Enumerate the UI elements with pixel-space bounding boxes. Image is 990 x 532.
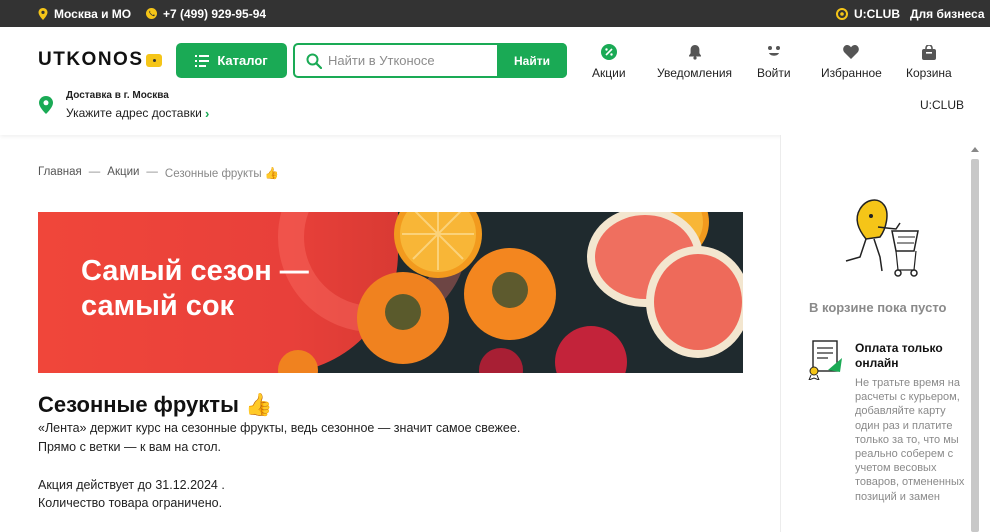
top-bar: Москва и МО +7 (499) 929-95-94 U:CLUB Дл… [0, 0, 990, 27]
logo-badge-icon [145, 53, 162, 67]
nav-notifications[interactable]: Уведомления [657, 44, 732, 80]
breadcrumb-current: Сезонные фрукты 👍 [164, 168, 280, 180]
utkonos-logo[interactable]: UTKONOS [38, 49, 162, 71]
scroll-up-arrow-icon[interactable] [971, 147, 979, 152]
uclub-icon [836, 7, 848, 20]
location-pin-icon [39, 96, 53, 114]
delivery-address: Укажите адрес доставки [66, 106, 202, 120]
nav-login-label: Войти [757, 66, 791, 80]
online-payment-description: Не тратьте время на расчеты с курьером, … [855, 377, 965, 503]
banner-line-1: Самый сезон — [81, 255, 309, 287]
business-link[interactable]: Для бизнеса [910, 0, 985, 27]
heart-icon [843, 45, 860, 59]
chevron-right-icon: › [205, 106, 210, 121]
uclub-header-link[interactable]: U:CLUB [920, 98, 964, 112]
promo-banner[interactable]: Самый сезон — самый сок [38, 212, 743, 373]
receipt-card-icon [808, 340, 842, 380]
face-icon [767, 46, 780, 56]
cart-empty-message: В корзине пока пусто [809, 300, 947, 315]
breadcrumb-promos[interactable]: Акции [107, 166, 139, 180]
nav-cart-label: Корзина [906, 66, 952, 80]
site-header: UTKONOS Каталог Найти Акции Уведомления … [0, 27, 990, 135]
online-payment-title: Оплата только онлайн [855, 341, 943, 370]
search-input[interactable] [328, 45, 496, 76]
uclub-top-link[interactable]: U:CLUB [836, 0, 900, 27]
phone-link[interactable]: +7 (499) 929-95-94 [146, 0, 266, 27]
bell-icon [688, 45, 701, 60]
breadcrumb: Главная — Акции — Сезонные фрукты 👍 [38, 166, 279, 180]
description-line-1: «Лента» держит курс на сезонные фрукты, … [38, 421, 521, 435]
description-line-2: Прямо с ветки — к вам на стол. [38, 440, 222, 454]
breadcrumb-separator: — [88, 166, 101, 178]
sidebar-scrollbar[interactable] [969, 147, 979, 532]
catalog-button[interactable]: Каталог [176, 43, 287, 78]
bag-icon [921, 44, 936, 60]
page-title: Сезонные фрукты 👍 [38, 392, 273, 417]
region-label: Москва и МО [54, 6, 132, 21]
empty-cart-illustration-icon [845, 199, 919, 277]
scroll-thumb[interactable] [971, 159, 979, 532]
region-selector[interactable]: Москва и МО [38, 0, 131, 27]
promo-valid-until: Акция действует до 31.12.2024 . [38, 478, 225, 492]
catalog-label: Каталог [217, 53, 268, 68]
location-pin-icon [38, 7, 48, 20]
phone-icon [146, 8, 157, 19]
nav-notifications-label: Уведомления [657, 66, 733, 80]
uclub-label: U:CLUB [854, 6, 900, 21]
delivery-title: Доставка в г. Москва [66, 90, 169, 101]
discount-icon [600, 44, 617, 60]
search-button[interactable]: Найти [497, 43, 567, 78]
nav-favorites-label: Избранное [821, 66, 882, 80]
phone-number: +7 (499) 929-95-94 [163, 6, 267, 21]
nav-promos[interactable]: Акции [592, 44, 626, 80]
breadcrumb-separator: — [146, 166, 158, 178]
business-label: Для бизнеса [910, 6, 985, 21]
nav-promos-label: Акции [592, 66, 626, 80]
limited-quantity-note: Количество товара ограничено. [38, 496, 223, 510]
nav-login[interactable]: Войти [757, 44, 791, 80]
nav-favorites[interactable]: Избранное [821, 44, 882, 80]
search-box: Найти [293, 43, 567, 78]
banner-line-2: самый сок [81, 290, 235, 322]
search-icon [306, 53, 322, 69]
catalog-list-icon [195, 54, 210, 67]
banner-headline: Самый сезон — самый сок [81, 254, 309, 324]
nav-cart[interactable]: Корзина [906, 44, 952, 80]
breadcrumb-home[interactable]: Главная [38, 166, 82, 180]
logo-text: UTKONOS [38, 49, 144, 70]
